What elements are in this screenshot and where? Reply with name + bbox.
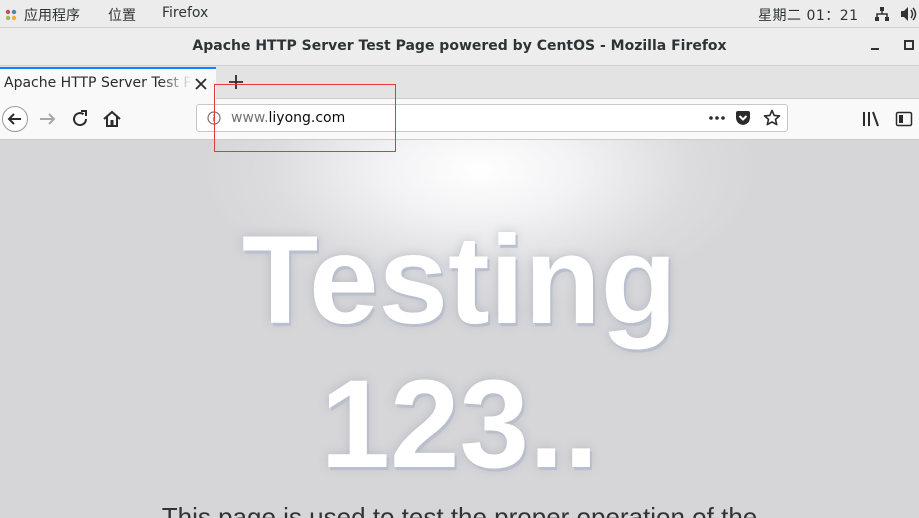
gnome-top-bar: 应用程序 位置 Firefox 星期二 01：21: [0, 0, 919, 28]
volume-icon[interactable]: [900, 6, 918, 22]
pocket-icon[interactable]: [735, 110, 751, 126]
headline-line-2: 123..: [320, 355, 599, 494]
network-icon[interactable]: [874, 6, 890, 22]
applications-label: 应用程序: [24, 8, 80, 24]
applications-icon: [5, 9, 17, 21]
applications-menu[interactable]: 应用程序: [4, 5, 80, 25]
places-menu[interactable]: 位置: [108, 5, 136, 25]
bookmark-star-icon[interactable]: [763, 109, 781, 127]
back-button-icon[interactable]: [2, 106, 28, 132]
tab-title-fade: [160, 73, 192, 95]
clock[interactable]: 星期二 01：21: [758, 5, 859, 25]
maximize-icon[interactable]: [904, 40, 914, 50]
app-menu[interactable]: Firefox: [162, 5, 208, 21]
page-actions-icon[interactable]: [707, 111, 727, 125]
window-title: Apache HTTP Server Test Page powered by …: [192, 38, 727, 54]
window-titlebar[interactable]: Apache HTTP Server Test Page powered by …: [0, 28, 919, 66]
lead-paragraph: This page is used to test the proper ope…: [161, 502, 758, 518]
close-tab-icon[interactable]: [194, 77, 208, 91]
site-info-icon[interactable]: [207, 111, 221, 125]
tab-strip: Apache HTTP Server Test Page powered by …: [0, 66, 919, 99]
url-bar[interactable]: www.liyong.com: [196, 104, 788, 132]
minimize-icon[interactable]: [870, 40, 880, 50]
url-prefix: www.: [231, 110, 269, 126]
new-tab-icon[interactable]: [226, 72, 246, 92]
page-content: Testing 123.. This page is used to test …: [0, 140, 919, 518]
sidebar-toggle-icon[interactable]: [895, 110, 913, 128]
home-icon[interactable]: [100, 107, 124, 131]
library-icon[interactable]: [862, 110, 882, 128]
url-text[interactable]: www.liyong.com: [231, 110, 345, 126]
url-host: liyong.com: [268, 110, 346, 126]
reload-icon[interactable]: [68, 107, 92, 131]
forward-button-icon[interactable]: [36, 107, 60, 131]
headline-line-1: Testing: [241, 211, 678, 350]
navigation-toolbar: www.liyong.com: [0, 99, 919, 140]
tab-active[interactable]: Apache HTTP Server Test Page powered by …: [0, 67, 216, 99]
